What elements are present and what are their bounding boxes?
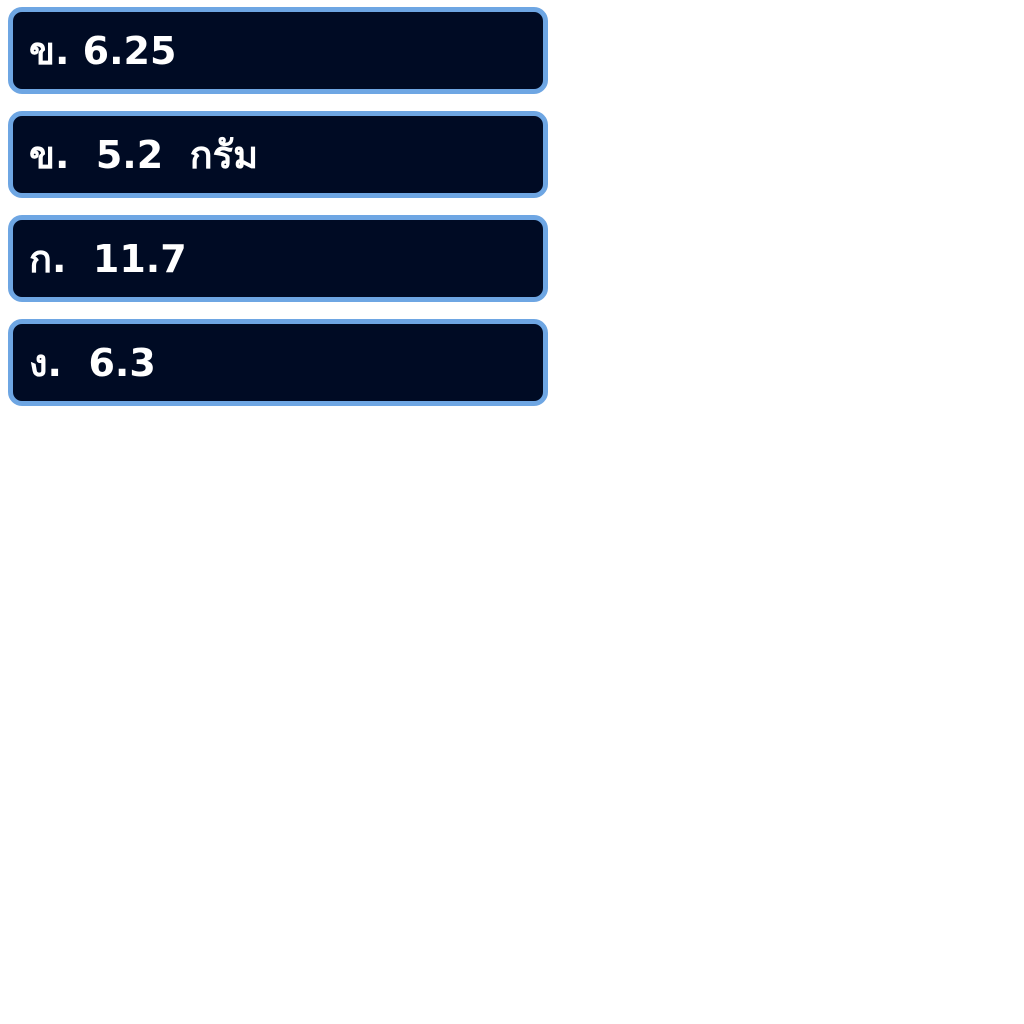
answer-option-4[interactable]: ง. 6.3 — [8, 319, 548, 406]
answer-option-label: ก. 11.7 — [29, 236, 187, 281]
answer-option-2[interactable]: ข. 5.2 กรัม — [8, 111, 548, 198]
answer-option-3[interactable]: ก. 11.7 — [8, 215, 548, 302]
answer-option-1[interactable]: ข. 6.25 — [8, 7, 548, 94]
answer-option-label: ข. 5.2 กรัม — [29, 132, 259, 177]
answer-options-list: ข. 6.25 ข. 5.2 กรัม ก. 11.7 ง. 6.3 — [8, 7, 548, 423]
answer-option-label: ง. 6.3 — [29, 340, 156, 385]
answer-option-label: ข. 6.25 — [29, 28, 177, 73]
